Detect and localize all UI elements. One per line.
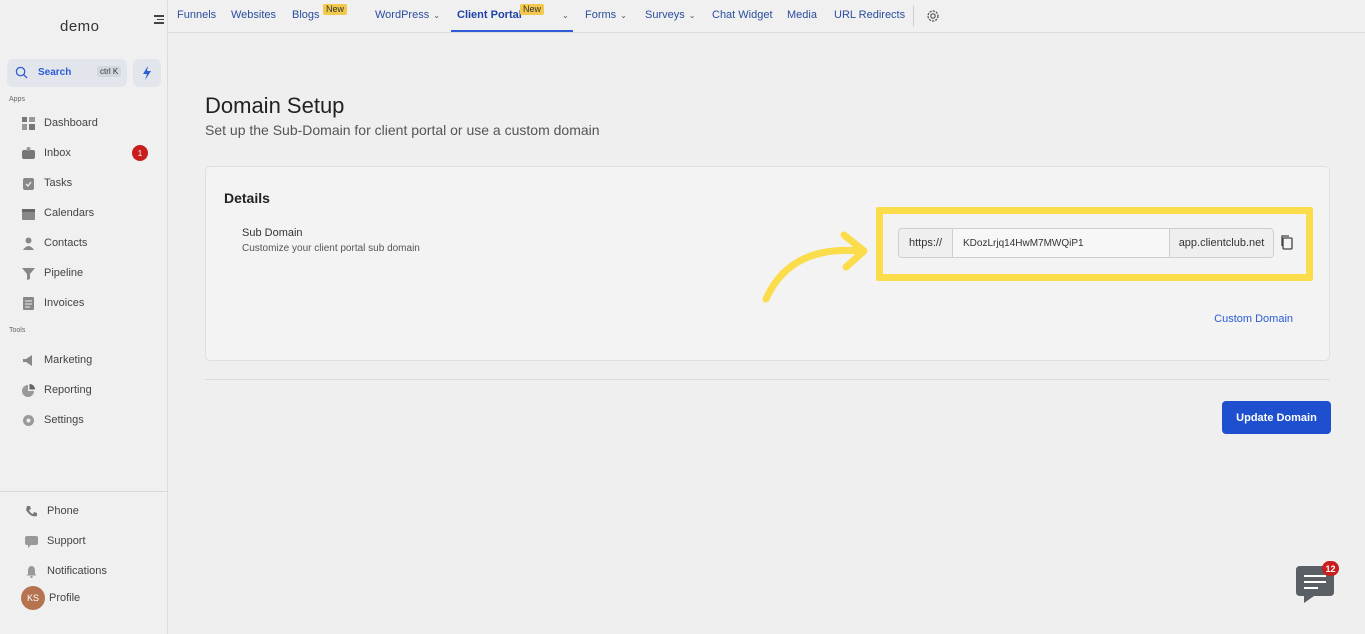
support-icon — [25, 535, 38, 548]
avatar: KS — [21, 586, 45, 610]
tab-wordpress[interactable]: WordPress ⌄ — [375, 9, 440, 21]
sidebar-item-tasks[interactable]: Tasks — [22, 172, 162, 194]
sidebar-item-label: Dashboard — [44, 117, 98, 129]
sidebar-item-profile[interactable]: KS Profile — [21, 586, 161, 610]
sub-domain-label: Sub Domain — [242, 227, 303, 239]
tab-websites[interactable]: Websites — [231, 9, 276, 21]
sidebar-item-label: Phone — [47, 505, 79, 517]
sidebar-item-reporting[interactable]: Reporting — [22, 379, 162, 401]
chevron-down-icon: ⌄ — [620, 11, 627, 20]
chevron-down-icon: ⌄ — [562, 11, 569, 20]
tab-funnels[interactable]: Funnels — [177, 9, 216, 21]
tab-surveys[interactable]: Surveys ⌄ — [645, 9, 695, 21]
active-tab-indicator — [451, 30, 573, 32]
lightning-icon — [143, 66, 151, 80]
domain-suffix: app.clientclub.net — [1169, 228, 1274, 258]
tools-section-label: Tools — [9, 327, 26, 334]
tasks-icon — [23, 177, 34, 190]
sub-domain-description: Customize your client portal sub domain — [242, 243, 420, 254]
tab-blogs[interactable]: Blogs — [292, 9, 320, 21]
sub-domain-input[interactable] — [953, 228, 1169, 258]
sidebar-item-invoices[interactable]: Invoices — [22, 292, 162, 314]
inbox-unread-badge: 1 — [132, 145, 148, 161]
chart-icon — [22, 383, 35, 397]
calendar-icon — [22, 208, 35, 220]
chat-unread-badge: 12 — [1322, 561, 1339, 576]
card-title: Details — [224, 190, 270, 206]
inbox-icon — [22, 146, 35, 159]
sidebar-item-inbox[interactable]: Inbox 1 — [22, 142, 162, 164]
apps-section-label: Apps — [9, 96, 25, 103]
page-title: Domain Setup — [205, 93, 345, 118]
pipeline-icon — [22, 267, 35, 280]
sidebar-item-label: Invoices — [44, 297, 85, 309]
tab-label: WordPress — [375, 9, 430, 21]
tab-chat-widget[interactable]: Chat Widget — [712, 9, 773, 21]
quick-actions-button[interactable] — [133, 59, 161, 87]
tab-url-redirects[interactable]: URL Redirects — [834, 9, 905, 21]
sidebar-item-dashboard[interactable]: Dashboard — [22, 112, 162, 134]
sidebar-item-label: Contacts — [44, 237, 88, 249]
sidebar-item-label: Calendars — [44, 207, 95, 219]
new-badge: New — [323, 4, 348, 15]
logo[interactable]: demo — [60, 18, 100, 35]
update-domain-button[interactable]: Update Domain — [1222, 401, 1331, 434]
gear-icon — [23, 414, 34, 426]
divider — [205, 379, 1330, 380]
search-button[interactable]: Search ctrl K — [7, 59, 127, 87]
sidebar-item-contacts[interactable]: Contacts — [22, 232, 162, 254]
custom-domain-link[interactable]: Custom Domain — [1214, 313, 1293, 325]
sidebar-item-notifications[interactable]: Notifications — [25, 560, 165, 582]
bell-icon — [26, 565, 37, 578]
tab-label: Surveys — [645, 9, 685, 21]
sidebar-item-label: Inbox — [44, 147, 71, 159]
sidebar-item-label: Settings — [44, 414, 84, 426]
new-badge: New — [520, 4, 545, 15]
search-label: Search — [38, 67, 72, 78]
sidebar-item-marketing[interactable]: Marketing — [22, 349, 162, 371]
contacts-icon — [23, 237, 34, 250]
sidebar-item-pipeline[interactable]: Pipeline — [22, 262, 162, 284]
protocol-prefix: https:// — [898, 228, 953, 258]
sidebar-item-settings[interactable]: Settings — [22, 409, 162, 431]
chevron-down-icon: ⌄ — [688, 11, 696, 20]
divider — [913, 6, 914, 26]
megaphone-icon — [23, 354, 32, 366]
top-nav: Funnels Websites Blogs New WordPress ⌄ Cl… — [168, 0, 1365, 33]
sidebar: demo Search ctrl K Apps Dashboard Inbox … — [0, 0, 168, 634]
phone-icon — [26, 505, 37, 516]
page-subtitle: Set up the Sub-Domain for client portal … — [205, 122, 600, 138]
settings-gear-icon[interactable] — [926, 9, 940, 23]
collapse-menu-icon[interactable] — [150, 13, 164, 27]
invoice-icon — [23, 296, 34, 310]
tab-label: Forms — [585, 9, 617, 21]
sidebar-item-label: Support — [47, 535, 86, 547]
tab-forms[interactable]: Forms ⌄ — [585, 9, 627, 21]
search-shortcut: ctrl K — [97, 66, 122, 77]
logo-row: demo — [0, 0, 167, 52]
sub-domain-input-group: https:// app.clientclub.net — [898, 228, 1274, 258]
sidebar-item-phone[interactable]: Phone — [25, 500, 165, 522]
sidebar-item-label: Profile — [49, 592, 81, 604]
search-icon — [15, 66, 28, 79]
tab-client-portal[interactable]: Client Portal — [457, 9, 522, 21]
copy-icon[interactable] — [1279, 234, 1295, 250]
sidebar-item-support[interactable]: Support — [25, 530, 165, 552]
sidebar-item-label: Notifications — [47, 565, 107, 577]
client-portal-dropdown[interactable]: ⌄ — [558, 9, 569, 21]
sidebar-item-label: Reporting — [44, 384, 92, 396]
sidebar-item-label: Marketing — [44, 354, 93, 366]
annotation-arrow-icon — [762, 231, 868, 303]
sidebar-divider — [0, 491, 168, 492]
sidebar-item-calendars[interactable]: Calendars — [22, 202, 162, 224]
chevron-down-icon: ⌄ — [433, 11, 440, 20]
sidebar-item-label: Tasks — [44, 177, 73, 189]
tab-media[interactable]: Media — [787, 9, 817, 21]
sidebar-item-label: Pipeline — [44, 267, 84, 279]
dashboard-icon — [22, 116, 35, 130]
